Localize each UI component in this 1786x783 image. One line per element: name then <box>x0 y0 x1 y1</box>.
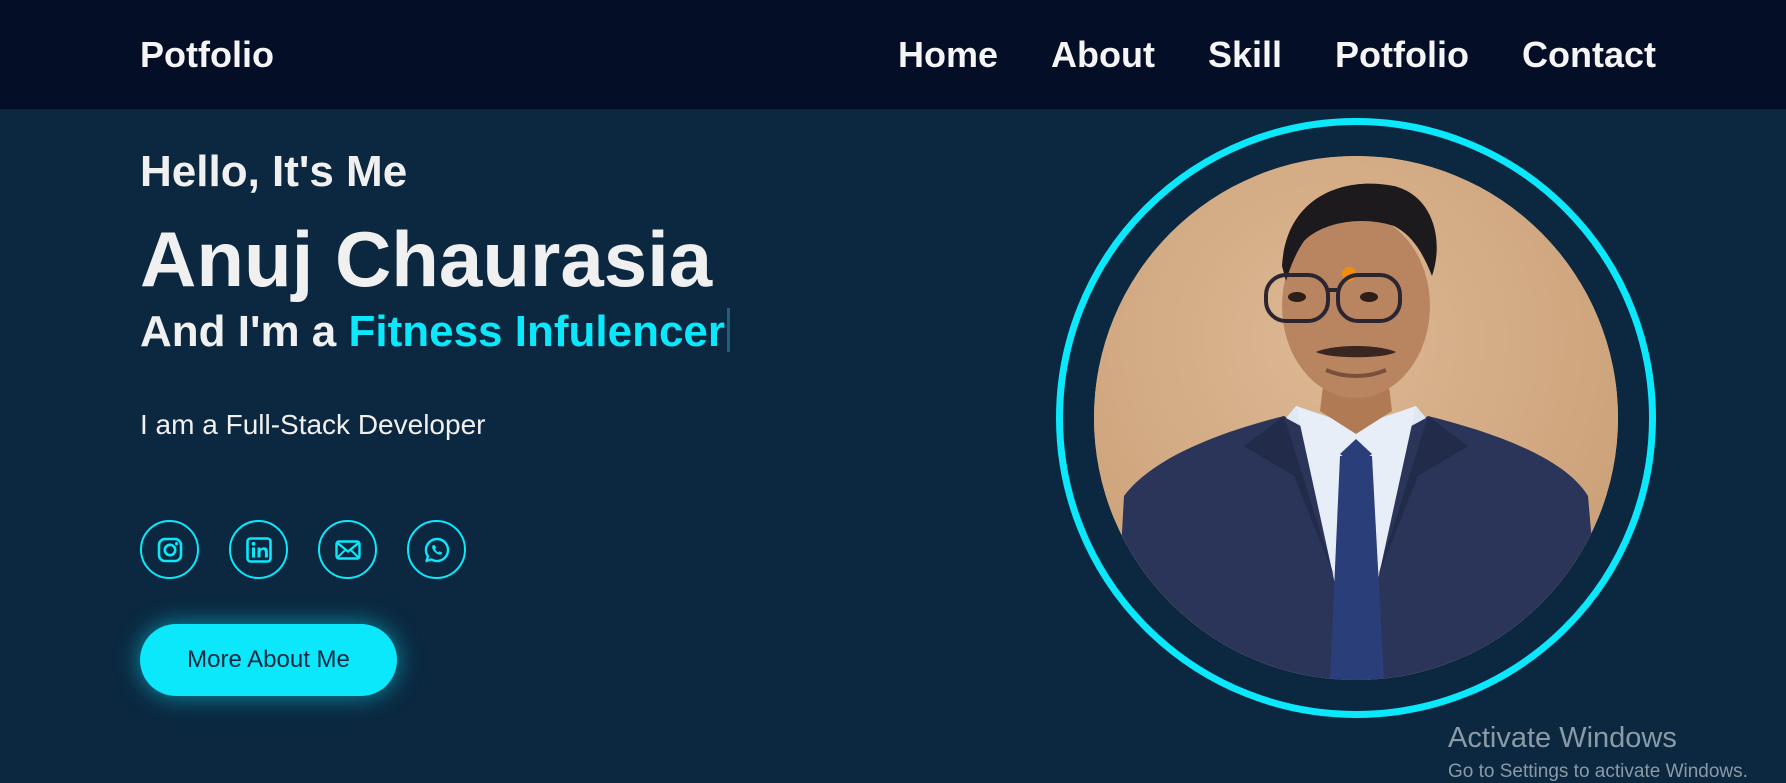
site-logo[interactable]: Potfolio <box>140 34 274 76</box>
instagram-link[interactable] <box>140 520 199 579</box>
more-about-me-button[interactable]: More About Me <box>140 624 397 696</box>
hero-role: And I'm a Fitness Infulencer <box>140 306 731 358</box>
mail-link[interactable] <box>318 520 377 579</box>
site-header: Potfolio Home About Skill Potfolio Conta… <box>0 0 1786 109</box>
profile-photo <box>1094 156 1618 680</box>
linkedin-link[interactable] <box>229 520 288 579</box>
nav-about[interactable]: About <box>1051 34 1155 76</box>
nav-skill[interactable]: Skill <box>1208 34 1282 76</box>
watermark-subtitle: Go to Settings to activate Windows. <box>1448 761 1748 782</box>
hero-name: Anuj Chaurasia <box>140 215 713 303</box>
linkedin-icon <box>245 536 272 563</box>
nav-home[interactable]: Home <box>898 34 998 76</box>
social-links <box>140 520 466 579</box>
main-nav: Home About Skill Potfolio Contact <box>898 34 1656 76</box>
mail-icon <box>334 539 361 560</box>
hero-greeting: Hello, It's Me <box>140 147 408 196</box>
hero-tagline: I am a Full-Stack Developer <box>140 409 486 440</box>
nav-contact[interactable]: Contact <box>1522 34 1656 76</box>
role-highlight: Fitness Infulencer <box>348 307 726 356</box>
nav-portfolio[interactable]: Potfolio <box>1335 34 1469 76</box>
windows-activation-watermark: Activate Windows Go to Settings to activ… <box>1448 722 1748 783</box>
instagram-icon <box>157 537 182 562</box>
role-prefix: And I'm a <box>140 307 349 356</box>
hero-text: Hello, It's Me Anuj Chaurasia And I'm a … <box>140 146 731 358</box>
profile-photo-illustration <box>1094 156 1618 680</box>
watermark-title: Activate Windows <box>1448 722 1677 754</box>
typing-cursor <box>727 308 731 352</box>
whatsapp-icon <box>424 537 449 562</box>
whatsapp-link[interactable] <box>407 520 466 579</box>
